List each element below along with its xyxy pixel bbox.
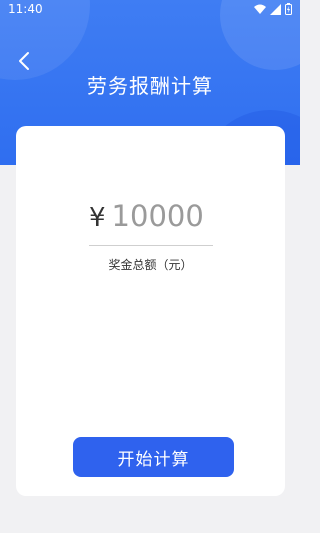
chevron-left-icon	[19, 52, 29, 70]
battery-icon	[285, 3, 292, 15]
calculator-card: ¥ 奖金总额（元） 开始计算	[16, 126, 285, 496]
page-title: 劳务报酬计算	[87, 74, 213, 98]
start-calculate-button[interactable]: 开始计算	[73, 437, 234, 477]
status-time: 11:40	[8, 2, 43, 16]
amount-row: ¥	[89, 196, 213, 238]
amount-input[interactable]	[111, 196, 207, 236]
status-bar: 11:40	[0, 0, 300, 20]
status-icons	[254, 3, 292, 15]
amount-label: 奖金总额（元）	[108, 258, 193, 272]
currency-symbol: ¥	[89, 203, 106, 233]
wifi-icon	[254, 4, 266, 14]
back-button[interactable]	[14, 50, 36, 72]
amount-underline	[89, 245, 213, 246]
signal-icon	[270, 3, 281, 15]
